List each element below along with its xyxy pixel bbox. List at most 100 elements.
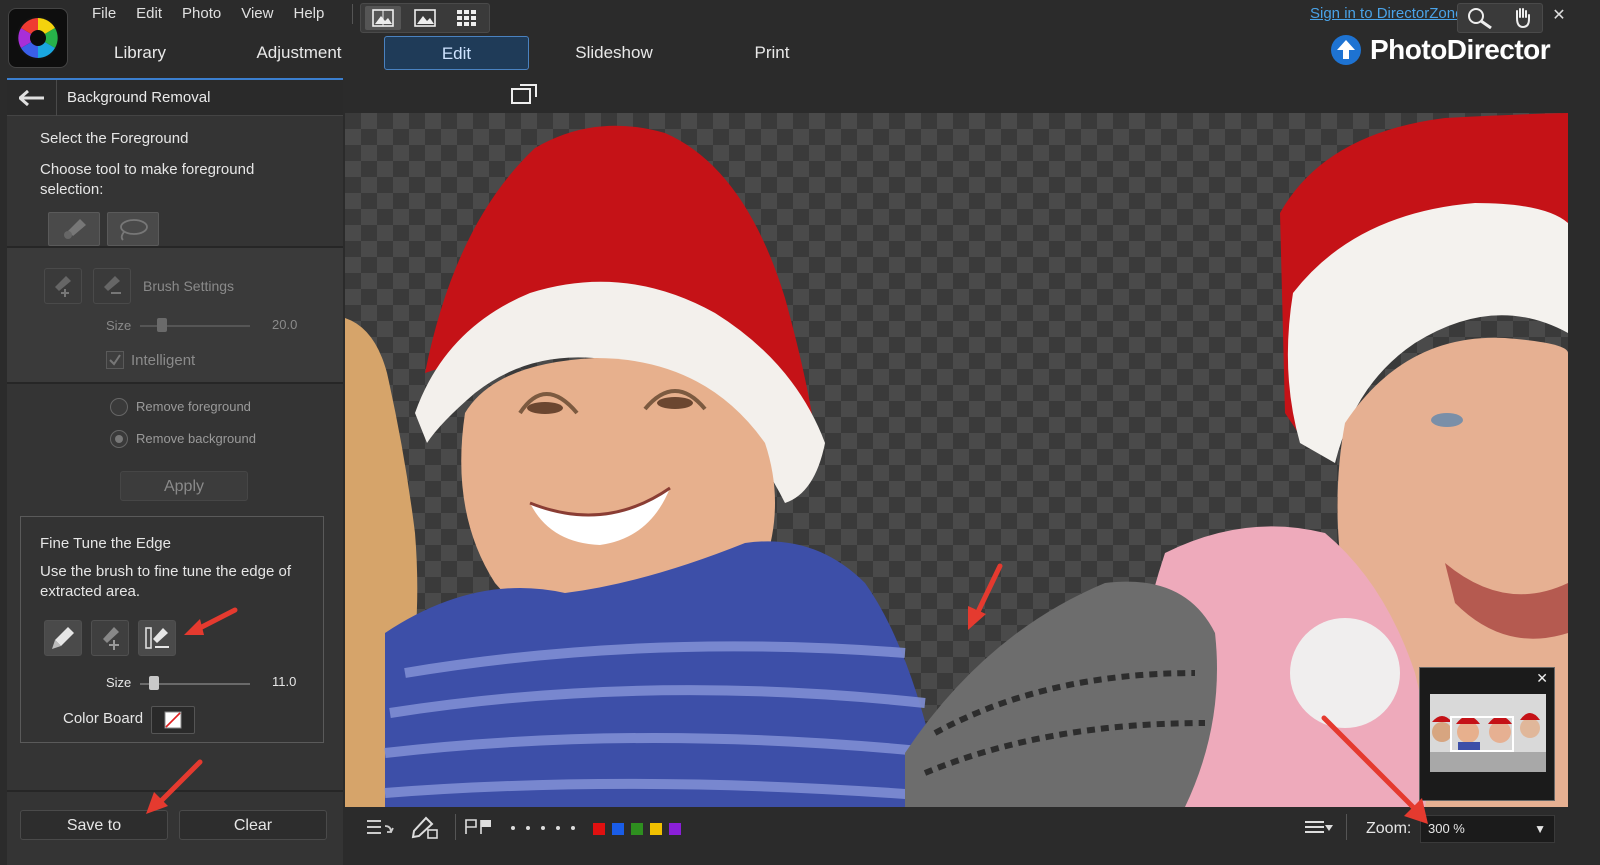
photo-content [345,113,1568,807]
brush-size-slider-knob[interactable] [157,318,167,332]
brush-size-label: Size [106,318,132,333]
divider [1346,814,1347,840]
color-label-blue[interactable] [612,823,624,835]
list-rotate-icon [367,820,394,834]
upload-arrow-icon[interactable] [1330,34,1362,66]
brush-add-icon [103,627,119,650]
back-button[interactable] [7,80,57,116]
brush-subtract-icon [104,276,121,294]
zoom-value: 300 % [1428,821,1465,836]
rating-star-3[interactable] [541,826,545,830]
fine-size-slider-knob[interactable] [149,676,159,690]
brush-add-icon [55,276,71,297]
lasso-tool-button[interactable] [107,212,159,246]
zoom-label: Zoom: [1366,820,1412,837]
color-label-green[interactable] [631,823,643,835]
zoom-select[interactable]: 300 % ▼ [1420,815,1555,843]
lasso-icon [120,219,148,241]
zoom-tool-button[interactable] [1462,6,1498,30]
color-label-purple[interactable] [669,823,681,835]
menu-help[interactable]: Help [283,0,334,28]
menu-divider [352,4,353,24]
app-logo [8,8,68,68]
navigator-close-icon[interactable]: ✕ [1536,670,1548,687]
color-label-red[interactable] [593,823,605,835]
menu-view[interactable]: View [231,0,283,28]
tab-library[interactable]: Library [92,36,188,70]
fine-tune-heading: Fine Tune the Edge [40,535,171,552]
color-label-yellow[interactable] [650,823,662,835]
edge-brush-icon [52,627,74,649]
no-color-icon [164,711,182,729]
edge-brush-add-button[interactable] [91,620,129,656]
panel-title: Background Removal [67,89,211,106]
clear-button[interactable]: Clear [179,810,327,840]
checkmark-icon [109,354,121,366]
smart-brush-tool-button[interactable] [48,212,100,246]
rating-star-5[interactable] [571,826,575,830]
flag-button[interactable] [464,818,494,841]
single-view-button[interactable] [407,6,443,30]
flag-icon [465,819,491,834]
intelligent-checkbox[interactable] [106,351,124,369]
close-button[interactable]: ✕ [1548,4,1570,26]
brand-name: PhotoDirector [1370,34,1551,65]
remove-foreground-label: Remove foreground [136,399,251,414]
image-icon [414,9,436,27]
grid-view-button[interactable] [449,6,485,30]
fine-tune-desc: Use the brush to fine tune the edge of e… [40,563,292,600]
subtract-brush-button[interactable] [93,268,131,304]
brush-erase-icon [145,627,169,649]
brush-size-value: 20.0 [272,317,298,332]
tab-adjustment[interactable]: Adjustment [244,36,354,70]
magnifier-icon [1468,8,1492,29]
hand-icon [1516,8,1530,29]
sign-in-link[interactable]: Sign in to DirectorZone [1310,5,1463,22]
rating-star-2[interactable] [526,826,530,830]
tab-print[interactable]: Print [734,36,810,70]
chevron-down-icon: ▼ [1534,822,1546,836]
edge-brush-button[interactable] [44,620,82,656]
view-mode-group [360,3,490,33]
remove-background-label: Remove background [136,431,256,446]
apply-button[interactable]: Apply [120,471,248,501]
rating-star-4[interactable] [556,826,560,830]
divider [7,382,343,384]
navigator-viewport-rect[interactable] [1450,716,1514,752]
list-dropdown-icon [1305,821,1333,833]
remove-foreground-radio[interactable] [110,398,128,416]
image-compare-icon [372,9,394,27]
fine-size-value: 11.0 [272,674,297,689]
photo-canvas[interactable] [345,113,1568,807]
save-to-button[interactable]: Save to [20,810,168,840]
pan-tool-button[interactable] [1504,6,1540,30]
edit-pen-button[interactable] [410,816,440,845]
compare-view-button[interactable] [365,6,401,30]
tab-slideshow[interactable]: Slideshow [566,36,662,70]
menu-edit[interactable]: Edit [126,0,172,28]
select-foreground-heading: Select the Foreground [40,130,189,147]
divider [455,814,456,840]
navigator-panel: ✕ [1419,667,1555,801]
navigator-thumbnail[interactable] [1430,694,1546,772]
photodirector-app: File Edit Photo View Help Sign in to Dir… [0,0,1600,865]
rating-star-1[interactable] [511,826,515,830]
viewer-tools-group [1457,3,1543,33]
remove-background-radio[interactable] [110,430,128,448]
fullscreen-button[interactable] [506,82,542,106]
brush-settings-label: Brush Settings [143,278,235,294]
color-board-button[interactable] [151,706,195,734]
edge-brush-erase-button[interactable] [138,620,176,656]
menu-bar: File Edit Photo View Help [82,0,334,28]
tab-edit[interactable]: Edit [384,36,529,70]
fine-size-label: Size [106,675,132,690]
menu-photo[interactable]: Photo [172,0,231,28]
add-brush-button[interactable] [44,268,82,304]
color-board-label: Color Board [63,710,144,727]
menu-file[interactable]: File [82,0,126,28]
back-arrow-icon [18,90,44,106]
metadata-toggle-button[interactable] [365,818,395,845]
bottom-toolbar [345,807,1600,865]
display-options-button[interactable] [1304,820,1334,841]
divider [7,790,343,792]
